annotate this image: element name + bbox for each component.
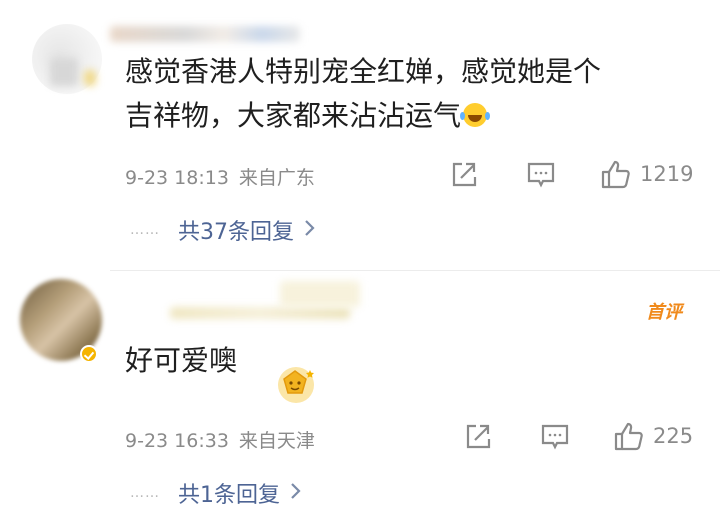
thumbs-up-icon [601,160,630,189]
username-detail [280,281,360,307]
like-button[interactable]: 225 [613,420,693,452]
comment-source: 来自广东 [238,167,315,189]
first-comment-badge: 首评 [646,302,682,323]
thumbs-up-icon [614,422,643,451]
like-count: 1219 [640,162,694,186]
verified-badge-icon [80,345,98,363]
share-button[interactable] [449,160,479,190]
avatar-badge [84,70,96,86]
comment-text: 感觉香港人特别宠全红婵，感觉她是个 吉祥物，大家都来沾沾运气 [125,50,601,138]
replies-dots: …… [130,485,160,501]
comment-item: 首评 好可爱噢 9-23 16:33 来自天津 225 …… 共1条回复 [0,271,720,517]
share-button[interactable] [463,422,493,452]
replies-dots: …… [130,222,160,238]
chevron-right-icon [290,481,302,505]
comment-source: 来自天津 [238,430,315,452]
chevron-right-icon [304,218,316,242]
view-replies-link[interactable]: …… 共37条回复 [130,214,316,246]
laughing-tears-icon [460,103,488,127]
reply-button[interactable] [540,423,570,451]
share-icon [466,424,491,449]
username[interactable] [170,307,350,319]
gold-badge-sticker-icon [278,367,314,403]
comment-text: 好可爱噢 [125,344,238,377]
comment-time: 9-23 16:33 [125,430,229,452]
replies-label: 共1条回复 [178,483,280,508]
avatar-detail [50,58,78,86]
comment-text-line-2: 吉祥物，大家都来沾沾运气 [125,99,462,132]
view-replies-link[interactable]: …… 共1条回复 [130,477,302,509]
like-count: 225 [653,424,694,448]
share-icon [452,162,477,187]
comment-item: 感觉香港人特别宠全红婵，感觉她是个 吉祥物，大家都来沾沾运气 9-23 18:1… [0,0,720,270]
comment-text-line-1: 感觉香港人特别宠全红婵，感觉她是个 [125,55,602,88]
comment-time: 9-23 18:13 [125,167,229,189]
replies-label: 共37条回复 [178,220,294,245]
like-button[interactable]: 1219 [600,158,693,190]
comment-meta: 9-23 16:33 来自天津 [125,426,315,453]
comment-icon [541,424,569,450]
reply-button[interactable] [526,161,556,189]
comment-meta: 9-23 18:13 来自广东 [125,163,315,190]
comment-icon [527,162,555,188]
username[interactable] [110,26,300,42]
